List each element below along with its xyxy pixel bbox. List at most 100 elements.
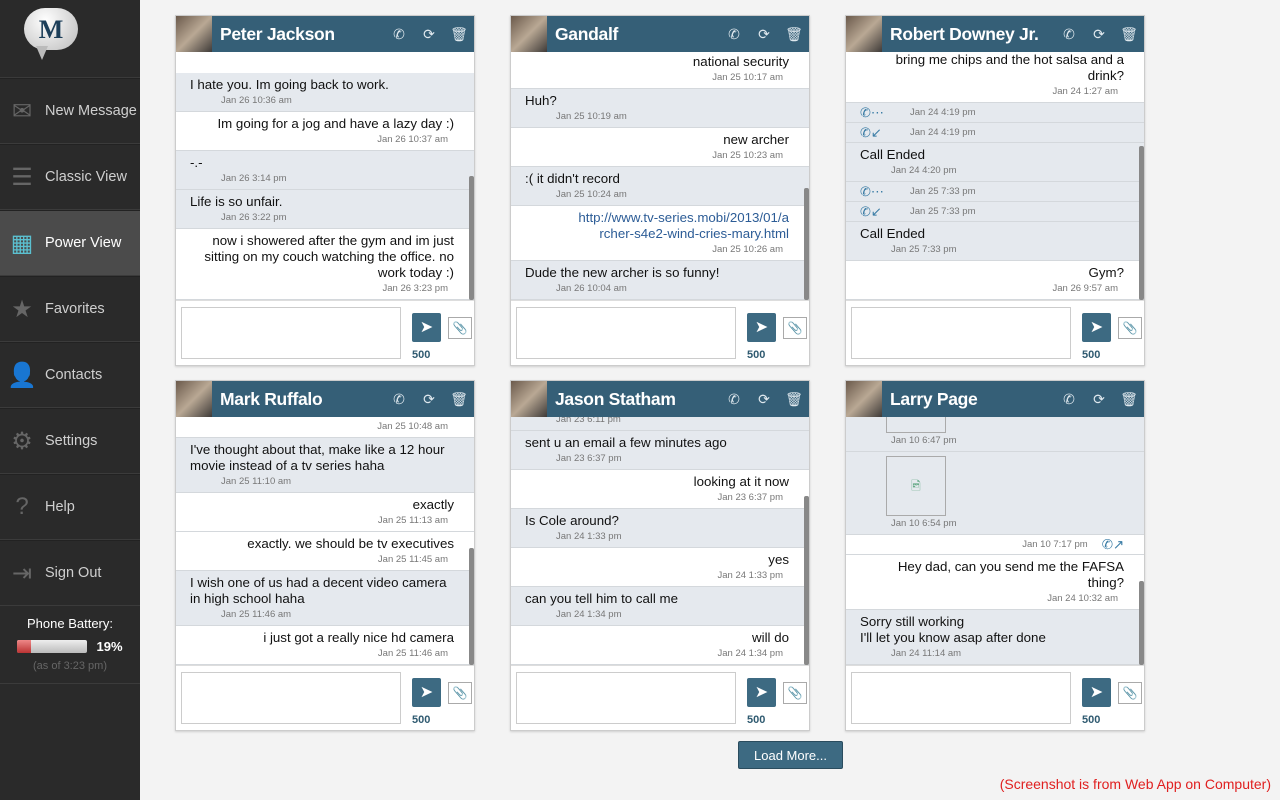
send-button[interactable]: ➤ — [1082, 678, 1111, 707]
message-input[interactable] — [181, 307, 401, 359]
broken-image-icon[interactable]: 🖻 — [886, 417, 946, 433]
attach-icon[interactable]: 📎 — [1118, 317, 1142, 339]
compose-area: ➤ 📎 500 — [846, 301, 1144, 365]
sidebar-item-power-view[interactable]: ▦ Power View — [0, 210, 140, 276]
trash-icon[interactable]: 🗑 — [1114, 391, 1144, 408]
trash-icon[interactable]: 🗑 — [779, 391, 809, 408]
message-text: now i showered after the gym and im just… — [204, 233, 454, 280]
contact-name[interactable]: Gandalf — [555, 24, 719, 45]
message-time: Jan 24 1:33 pm — [556, 531, 622, 542]
send-button[interactable]: ➤ — [1082, 313, 1111, 342]
logo[interactable]: M — [0, 0, 140, 78]
incoming-message: I've thought about that, make like a 12 … — [176, 438, 474, 493]
send-button[interactable]: ➤ — [747, 313, 776, 342]
avatar[interactable] — [176, 16, 212, 52]
compose-area: ➤ 📎 500 — [511, 301, 809, 365]
message-input[interactable] — [851, 672, 1071, 724]
phone-icon[interactable]: ✆ — [719, 391, 749, 408]
message-time: Jan 10 6:47 pm — [891, 435, 957, 446]
sidebar-item-new-message[interactable]: ✉ New Message — [0, 78, 140, 144]
conversation-panel: Gandalf ✆ ⟳ 🗑 national security Jan 25 10:17 … — [510, 15, 810, 366]
message-time: Jan 24 1:33 pm — [717, 570, 784, 581]
send-button[interactable]: ➤ — [412, 313, 441, 342]
attach-icon[interactable]: 📎 — [1118, 682, 1142, 704]
sidebar-item-label: Favorites — [45, 301, 105, 317]
message-list[interactable]: 🖻 Jan 10 6:47 pm 🖻 Jan 10 6:54 pm Jan 10 7:1… — [846, 417, 1144, 666]
trash-icon[interactable]: 🗑 — [779, 26, 809, 43]
message-time: Jan 26 3:23 pm — [382, 283, 449, 294]
message-text: Dude the new archer is so funny! — [525, 265, 720, 280]
scrollbar[interactable] — [804, 496, 809, 665]
attach-icon[interactable]: 📎 — [448, 682, 472, 704]
message-input[interactable] — [516, 672, 736, 724]
phone-icon[interactable]: ✆ — [384, 391, 414, 408]
message-input[interactable] — [516, 307, 736, 359]
sidebar-item-classic-view[interactable]: ☰ Classic View — [0, 144, 140, 210]
message-time: Jan 26 3:22 pm — [221, 212, 287, 223]
sidebar-item-contacts[interactable]: 👤 Contacts — [0, 342, 140, 408]
phone-icon[interactable]: ✆ — [1054, 391, 1084, 408]
scrollbar[interactable] — [1139, 146, 1144, 300]
contact-name[interactable]: Jason Statham — [555, 389, 719, 410]
refresh-icon[interactable]: ⟳ — [1084, 391, 1114, 408]
message-time: Jan 25 11:46 am — [377, 648, 448, 659]
avatar[interactable] — [511, 16, 547, 52]
phone-icon[interactable]: ✆ — [719, 26, 749, 43]
message-list[interactable]: OkJan 23 6:11 pmsent u an email a few mi… — [511, 417, 809, 666]
message-time: Jan 24 4:19 pm — [910, 127, 976, 138]
message-list[interactable]: national security Jan 25 10:17 am Huh? Jan … — [511, 52, 809, 301]
refresh-icon[interactable]: ⟳ — [749, 391, 779, 408]
avatar[interactable] — [846, 381, 882, 417]
sidebar-item-help[interactable]: ? Help — [0, 474, 140, 540]
message-list[interactable]: I hate you. Im going back to work. Jan 26… — [176, 52, 474, 301]
send-button[interactable]: ➤ — [747, 678, 776, 707]
sidebar-item-sign-out[interactable]: ⇥ Sign Out — [0, 540, 140, 606]
attach-icon[interactable]: 📎 — [783, 317, 807, 339]
incoming-message: Call Ended Jan 24 4:20 pm — [846, 143, 1144, 182]
contact-name[interactable]: Larry Page — [890, 389, 1054, 410]
refresh-icon[interactable]: ⟳ — [414, 26, 444, 43]
compose-area: ➤ 📎 500 — [176, 301, 474, 365]
refresh-icon[interactable]: ⟳ — [749, 26, 779, 43]
message-input[interactable] — [181, 672, 401, 724]
scrollbar[interactable] — [1139, 580, 1144, 665]
broken-image-icon[interactable]: 🖻 — [886, 456, 946, 516]
call-log-item: ✆↙ Jan 24 4:19 pm — [846, 123, 1144, 143]
refresh-icon[interactable]: ⟳ — [1084, 26, 1114, 43]
scrollbar[interactable] — [804, 188, 809, 300]
phone-icon[interactable]: ✆ — [1054, 26, 1084, 43]
avatar[interactable] — [846, 16, 882, 52]
scrollbar[interactable] — [469, 176, 474, 300]
message-list[interactable]: Jan 25 10:48 am I've thought about that, … — [176, 417, 474, 666]
trash-icon[interactable]: 🗑 — [444, 26, 474, 43]
outgoing-message: http://www.tv-series.mobi/2013/01/archer… — [511, 206, 809, 261]
trash-icon[interactable]: 🗑 — [1114, 26, 1144, 43]
message-input[interactable] — [851, 307, 1071, 359]
refresh-icon[interactable]: ⟳ — [414, 391, 444, 408]
attach-icon[interactable]: 📎 — [783, 682, 807, 704]
scrollbar[interactable] — [469, 548, 474, 665]
message-text: national security — [692, 54, 789, 69]
load-more-button[interactable]: Load More... — [738, 741, 843, 769]
avatar[interactable] — [511, 381, 547, 417]
classic-view-icon: ☰ — [11, 163, 33, 191]
message-time: Jan 26 3:14 pm — [221, 173, 287, 184]
contact-name[interactable]: Robert Downey Jr. — [890, 24, 1054, 45]
avatar[interactable] — [176, 381, 212, 417]
call-log-item: ✆⋯ Jan 25 7:33 pm — [846, 182, 1144, 202]
send-button[interactable]: ➤ — [412, 678, 441, 707]
message-time: Jan 24 1:27 am — [1052, 86, 1119, 97]
message-list[interactable]: can i come down for snacks? or can u jus… — [846, 52, 1144, 301]
contact-name[interactable]: Peter Jackson — [220, 24, 384, 45]
sidebar-item-settings[interactable]: ⚙ Settings — [0, 408, 140, 474]
message-time: Jan 24 1:34 pm — [717, 648, 784, 659]
contact-name[interactable]: Mark Ruffalo — [220, 389, 384, 410]
message-link[interactable]: http://www.tv-series.mobi/2013/01/archer… — [578, 210, 789, 241]
sidebar-item-favorites[interactable]: ★ Favorites — [0, 276, 140, 342]
attach-icon[interactable]: 📎 — [448, 317, 472, 339]
message-time: Jan 26 10:04 am — [556, 283, 627, 294]
phone-icon[interactable]: ✆ — [384, 26, 414, 43]
trash-icon[interactable]: 🗑 — [444, 391, 474, 408]
message-time: Jan 25 7:33 pm — [910, 206, 976, 217]
message-time: Jan 25 11:45 am — [377, 554, 448, 565]
